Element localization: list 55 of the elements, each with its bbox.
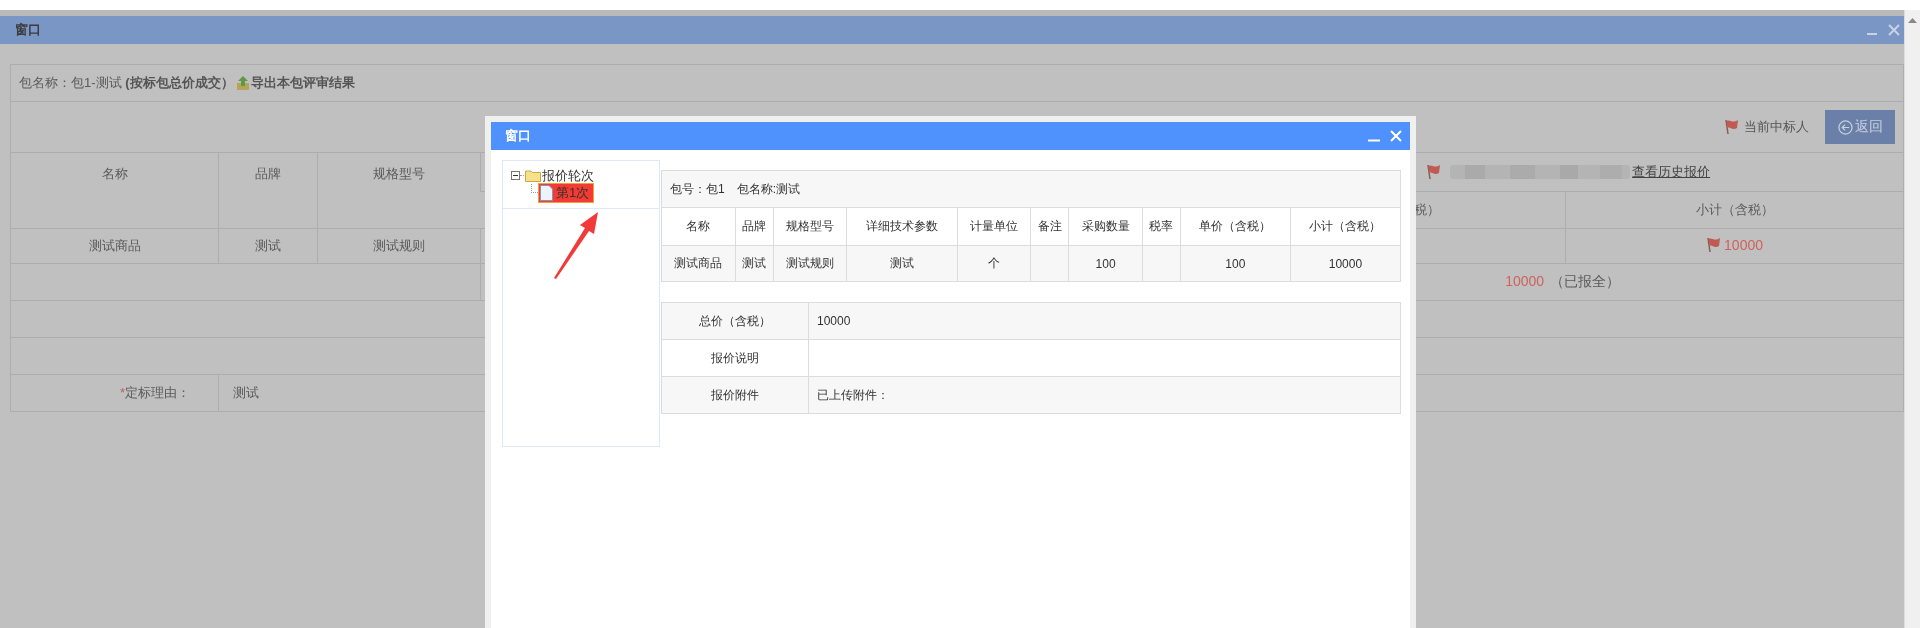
field-value: 10000 [808,302,1401,340]
field-label: 报价附件 [661,376,809,414]
table-cell: 100 [1180,245,1291,282]
field-label: 报价说明 [661,339,809,377]
column-header: 备注 [1030,207,1069,246]
table-cell: 测试规则 [317,228,481,264]
folder-icon [525,169,541,182]
column-header: 详细技术参数 [847,207,958,246]
export-link[interactable]: 导出本包评审结果 [250,75,355,90]
quote-status: （已报全） [1550,273,1621,289]
column-header: 规格型号 [317,152,481,229]
table-cell: 测试规则 [773,245,847,282]
history-price-link[interactable]: 查看历史报价 [1632,163,1711,181]
scroll-up-icon[interactable] [1908,18,1918,23]
table-cell: 测试商品 [10,228,219,264]
tree-item[interactable]: 第1次 [538,182,595,203]
column-header: 名称 [10,152,219,229]
column-header: 小计（含税） [1290,207,1401,246]
column-header: 采购数量 [1068,207,1143,246]
column-header: 规格型号 [773,207,847,246]
collapse-icon[interactable] [511,171,520,180]
field-value: 已上传附件： [808,376,1401,414]
field-label: 总价（含税） [661,302,809,340]
winner-legend: 当前中标人 [1744,118,1810,136]
table-cell: 测试 [847,245,958,282]
table-cell: 测试 [735,245,774,282]
table-cell: 100 [1068,245,1143,282]
column-header: 税率 [1142,207,1181,246]
column-header: 名称 [661,207,736,246]
scrollbar[interactable] [1904,10,1920,628]
package-info: 包号：包1 包名称:测试 [661,170,1401,208]
column-header: 计量单位 [957,207,1031,246]
table-cell: 测试商品 [661,245,736,282]
document-icon [540,184,553,201]
annotation-arrow [551,210,601,280]
column-header: 品牌 [735,207,774,246]
total-amount: 10000 [1505,273,1545,289]
required-mark: * [119,385,125,400]
table-cell: 个 [957,245,1031,282]
column-header: 品牌 [218,152,318,229]
subtotal-amount: 10000 [1724,236,1763,253]
column-header: 单价（含税） [1180,207,1291,246]
package-name: 包名称：包1-测试 (按标包总价成交） [19,75,234,90]
export-icon [235,75,250,91]
close-icon[interactable] [1888,24,1901,36]
table-cell: 测试 [218,228,318,264]
dialog-title: 窗口 [505,127,531,145]
column-header: 小计（含税） [1565,191,1904,229]
field-label: 定标理由： [125,385,190,400]
table-cell: 10000 [1290,245,1401,282]
back-button[interactable]: 返回 [1825,110,1896,144]
flag-icon [1426,164,1443,180]
flag-icon [1724,119,1741,135]
tree-item[interactable]: 报价轮次 [542,166,594,185]
window-title: 窗口 [15,21,41,39]
